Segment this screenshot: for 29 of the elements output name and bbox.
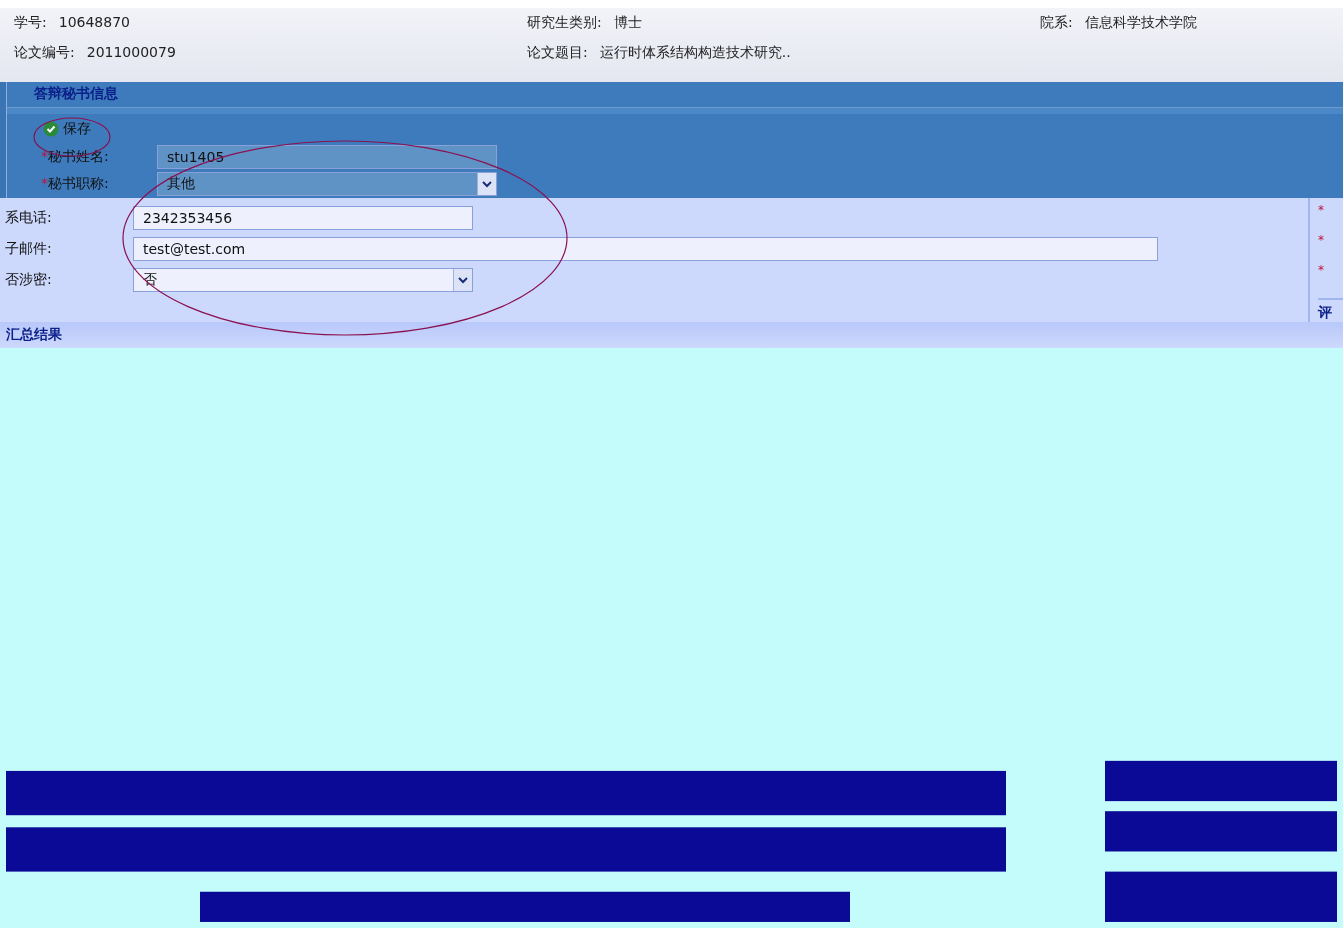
input-field[interactable]: 2342353456 <box>133 205 473 230</box>
required-mark: * <box>1318 202 1325 219</box>
check-icon <box>43 120 59 137</box>
field-value: 10648870 <box>58 14 130 32</box>
field-label: 研究生类别: <box>527 14 602 32</box>
field-value: 2011000079 <box>86 44 176 62</box>
dropdown-caret-icon[interactable] <box>453 268 472 291</box>
field-value: 信息科学技术学院 <box>1084 14 1197 32</box>
required-mark: * <box>1318 232 1325 249</box>
field-label: 院系: <box>1040 14 1073 32</box>
field-value: 博士 <box>613 14 642 32</box>
field-value: 运行时体系结构构造技术研究.. <box>599 44 791 62</box>
field-label: 学号: <box>14 14 47 32</box>
field-label: 否涉密: <box>4 270 53 289</box>
field-label: 子邮件: <box>4 239 53 258</box>
field-label: 论文题目: <box>527 44 588 62</box>
select-field[interactable]: 否 <box>133 267 473 292</box>
field-label: *秘书职称: <box>40 175 110 194</box>
field-label: *秘书姓名: <box>40 148 110 167</box>
field-label: 系电话: <box>4 208 53 227</box>
required-mark: * <box>1318 262 1325 279</box>
field-label: 论文编号: <box>14 44 75 62</box>
input-field[interactable]: stu1405 <box>157 145 497 170</box>
section-title: 汇总结果 <box>6 326 62 344</box>
panel-title: 答辩秘书信息 <box>34 85 118 104</box>
dropdown-caret-icon[interactable] <box>477 173 496 196</box>
select-field[interactable]: 其他 <box>157 172 497 197</box>
save-button[interactable]: 保存 <box>37 117 97 140</box>
input-field[interactable]: test@test.com <box>133 236 1158 261</box>
